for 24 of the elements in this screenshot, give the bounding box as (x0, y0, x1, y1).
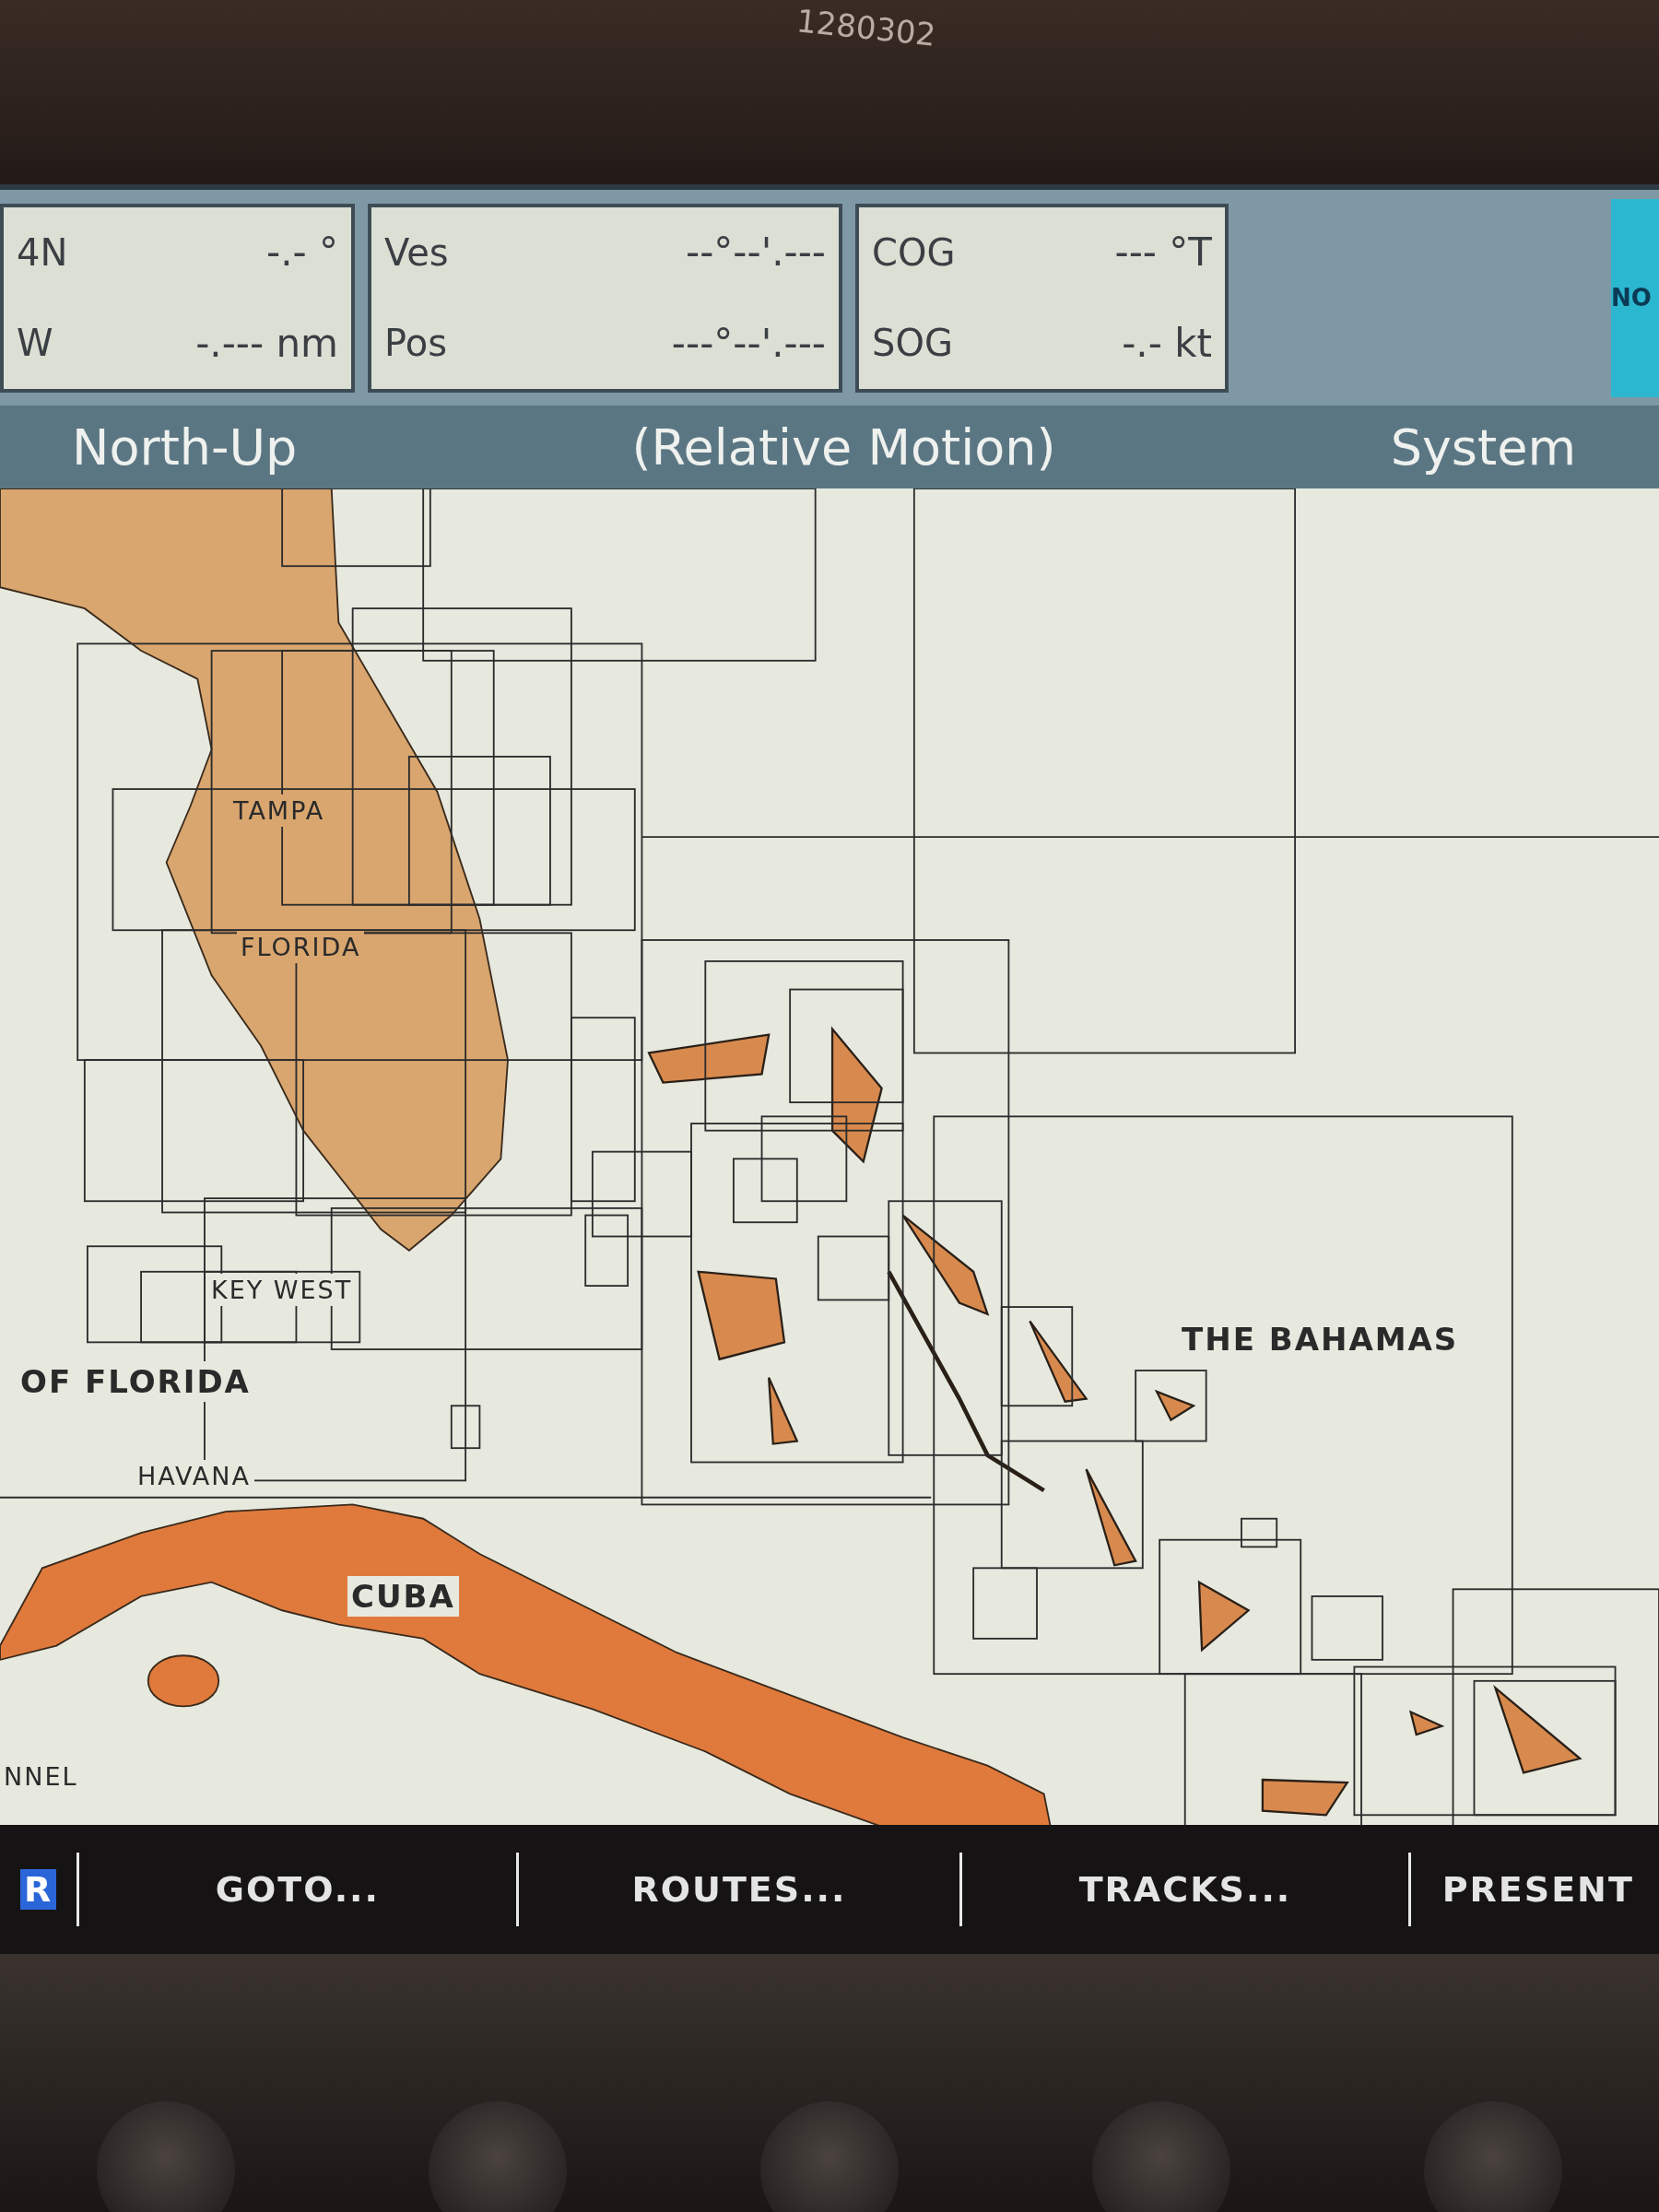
system-menu[interactable]: System (1390, 418, 1576, 477)
data-value: -.--- nm (195, 320, 338, 366)
soft-key[interactable]: PRESENT (1438, 1869, 1638, 1910)
data-value: -.- ° (266, 229, 338, 276)
data-label: COG (872, 230, 956, 274)
data-label: Pos (384, 322, 447, 365)
bezel-label: 1280302 (794, 2, 938, 53)
data-label: Ves (384, 230, 449, 274)
data-label: 4N (17, 230, 68, 274)
soft-key[interactable]: ROUTES... (628, 1869, 851, 1910)
data-label: W (17, 322, 53, 365)
soft-key[interactable]: TRACKS... (1075, 1869, 1296, 1910)
data-value: ---°--'.--- (671, 320, 826, 366)
soft-key[interactable]: GOTO... (211, 1869, 383, 1910)
data-label: SOG (872, 322, 953, 365)
orientation-mode: North-Up (72, 418, 298, 477)
map-label: CUBA (347, 1576, 459, 1617)
map-label: FLORIDA (237, 931, 365, 963)
motion-mode: (Relative Motion) (631, 418, 1056, 477)
data-value: -.- kt (1122, 320, 1212, 366)
logo-text: NO (1611, 284, 1652, 312)
data-value: --°--'.--- (686, 229, 826, 276)
soft-key[interactable]: R (19, 1869, 57, 1910)
data-value: --- °T (1114, 229, 1212, 276)
